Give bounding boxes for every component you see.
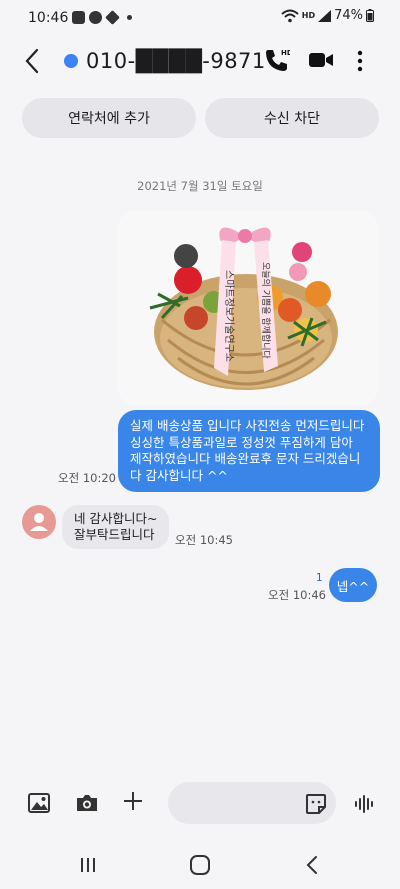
unread-count-badge: 1 — [316, 572, 323, 584]
outgoing-message[interactable]: 실제 배송상품 입니다 사진전송 먼저드립니다 싱싱한 특상품과일로 정성껏 푸… — [118, 410, 380, 492]
recent-apps-icon[interactable] — [78, 855, 98, 875]
battery-percent: 74% — [334, 8, 363, 23]
gallery-icon[interactable] — [28, 793, 50, 813]
battery-icon — [366, 9, 374, 22]
back-arrow-icon[interactable] — [24, 48, 40, 74]
message-time: 오전 10:46 — [268, 588, 326, 602]
message-time: 오전 10:45 — [175, 533, 233, 547]
outgoing-message-text: 넵^^ — [336, 578, 370, 594]
incoming-message[interactable]: 네 감사합니다~ 잘부탁드립니다 — [62, 505, 170, 549]
status-time: 10:46 — [28, 10, 69, 26]
svg-text:HD: HD — [281, 49, 290, 57]
signal-icon — [318, 9, 332, 22]
message-composer — [0, 780, 400, 828]
status-bar: 10:46 HD 74% — [0, 0, 400, 36]
alert-notification-icon — [89, 11, 102, 24]
contact-avatar[interactable] — [22, 505, 56, 539]
conversation-header: 010-████-9871 HD — [0, 38, 400, 86]
settings-notification-icon — [105, 10, 120, 25]
system-back-icon[interactable] — [304, 855, 320, 875]
incoming-message-text: 네 감사합니다~ 잘부탁드립니다 — [74, 511, 158, 542]
notification-icons — [72, 10, 132, 25]
fruit-basket-image: 스마트정보기술연구소 오늘의 기쁨을 함께합니다 — [118, 210, 378, 406]
block-number-button[interactable]: 수신 차단 — [205, 98, 379, 138]
more-options-icon[interactable] — [356, 50, 364, 72]
sticker-icon[interactable] — [305, 793, 327, 815]
home-icon[interactable] — [189, 854, 211, 876]
photo-message[interactable]: 스마트정보기술연구소 오늘의 기쁨을 함께합니다 — [118, 210, 378, 406]
message-time: 오전 10:20 — [58, 471, 116, 485]
ribbon-right-text: 오늘의 기쁨을 함께합니다 — [260, 262, 271, 360]
ribbon-left-text: 스마트정보기술연구소 — [223, 270, 235, 362]
voice-input-icon[interactable] — [354, 793, 376, 815]
add-contact-button[interactable]: 연락처에 추가 — [22, 98, 196, 138]
outgoing-message[interactable]: 넵^^ — [329, 568, 377, 602]
plus-icon[interactable] — [122, 790, 144, 812]
system-navigation-bar — [0, 845, 400, 885]
video-call-icon[interactable] — [308, 51, 334, 69]
status-right: HD 74% — [281, 8, 374, 23]
hd-call-icon[interactable]: HD — [264, 47, 290, 73]
date-divider: 2021년 7월 31일 토요일 — [137, 179, 263, 193]
network-label: HD — [301, 10, 316, 20]
camera-icon[interactable] — [76, 793, 98, 813]
person-icon — [30, 513, 48, 531]
contact-status-dot — [64, 54, 78, 68]
wifi-icon — [281, 9, 299, 22]
more-notifications-icon — [127, 15, 132, 20]
gallery-notification-icon — [72, 11, 85, 24]
contact-name[interactable]: 010-████-9871 — [86, 49, 266, 73]
